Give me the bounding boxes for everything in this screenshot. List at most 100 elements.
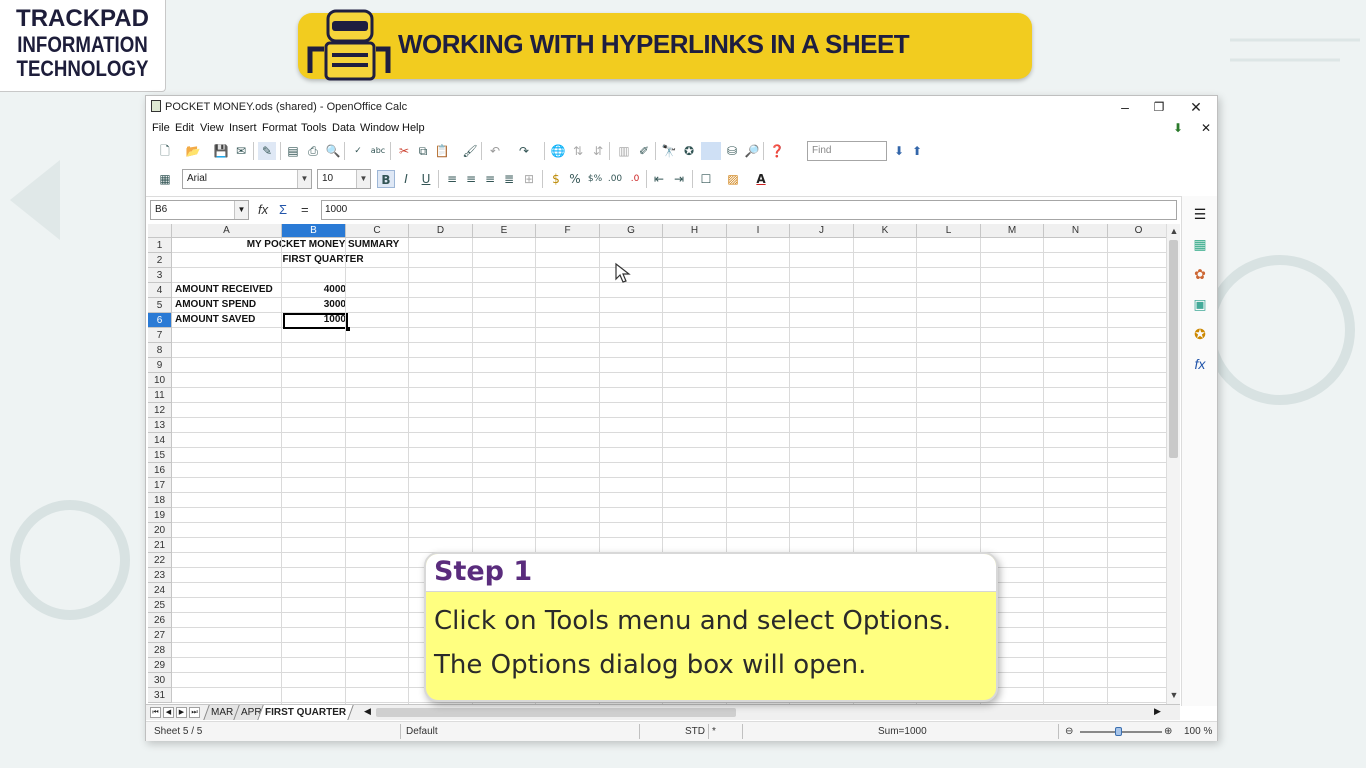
menu-window[interactable]: Window [360,122,399,134]
navigator-sidebar-icon[interactable]: ✪ [1190,324,1210,344]
menu-help[interactable]: Help [402,122,425,134]
edit-file-icon[interactable]: ✎ [258,142,276,160]
last-sheet-icon[interactable]: ⏭ [189,707,200,718]
chevron-down-icon[interactable]: ▼ [234,201,248,219]
row-header-4[interactable]: 4 [148,283,172,298]
next-sheet-icon[interactable]: ▶ [176,707,187,718]
menu-view[interactable]: View [200,122,224,134]
find-input[interactable]: Find [807,141,887,161]
row-header-20[interactable]: 20 [148,523,172,538]
column-header-c[interactable]: C [346,224,409,238]
cell-b5[interactable]: 3000 [284,298,346,312]
previous-sheet-icon[interactable]: ◀ [163,707,174,718]
row-header-31[interactable]: 31 [148,688,172,703]
decrease-indent-icon[interactable]: ⇤ [650,170,668,188]
row-header-7[interactable]: 7 [148,328,172,343]
column-header-e[interactable]: E [473,224,536,238]
copy-icon[interactable]: ⧉ [414,142,432,160]
formula-input[interactable]: 1000 [321,200,1177,220]
row-header-2[interactable]: 2 [148,253,172,268]
column-header-f[interactable]: F [536,224,600,238]
cut-icon[interactable]: ✂ [395,142,413,160]
navigator-icon[interactable]: ✪ [680,142,698,160]
new-document-icon[interactable]: 🗋 [156,142,174,160]
chevron-down-icon[interactable]: ▼ [297,170,311,188]
vertical-scrollbar[interactable]: ▲ ▼ [1166,224,1180,704]
find-previous-icon[interactable]: ⬆ [908,142,926,160]
find-replace-icon[interactable]: 🔭 [660,142,678,160]
column-header-o[interactable]: O [1108,224,1166,238]
autospellcheck-icon[interactable]: abc [369,142,387,160]
chart-icon[interactable]: ▥ [615,142,633,160]
minimize-button[interactable]: – [1110,98,1140,116]
sort-ascending-icon[interactable]: ⇅ [569,142,587,160]
function-icon[interactable]: = [301,202,309,217]
merge-cells-icon[interactable]: ⊞ [520,170,538,188]
function-wizard-icon[interactable]: fx [258,202,268,217]
gallery-icon[interactable] [701,142,721,160]
column-header-h[interactable]: H [663,224,727,238]
menu-format[interactable]: Format [262,122,297,134]
hyperlink-icon[interactable]: 🌐 [549,142,567,160]
row-header-29[interactable]: 29 [148,658,172,673]
update-icon[interactable]: ⬇ [1173,121,1183,135]
styles-icon[interactable]: ▦ [156,170,174,188]
fill-handle[interactable] [346,327,350,331]
sheet-tab-first-quarter[interactable]: FIRST QUARTER [257,705,354,720]
save-icon[interactable]: 💾 [212,142,230,160]
cell-a5[interactable]: AMOUNT SPEND [175,298,256,312]
column-header-m[interactable]: M [981,224,1044,238]
font-color-icon[interactable]: A [752,170,770,188]
chevron-down-icon[interactable]: ▼ [356,170,370,188]
open-folder-icon[interactable]: 📂 [184,142,202,160]
spellcheck-icon[interactable]: ✓ [349,142,367,160]
row-header-8[interactable]: 8 [148,343,172,358]
align-left-icon[interactable]: ≡ [443,170,461,188]
row-header-12[interactable]: 12 [148,403,172,418]
font-size-combo[interactable]: 10 ▼ [317,169,371,189]
row-header-13[interactable]: 13 [148,418,172,433]
scroll-down-icon[interactable]: ▼ [1168,690,1180,700]
properties-icon[interactable]: ▦ [1190,234,1210,254]
row-header-10[interactable]: 10 [148,373,172,388]
standard-format-icon[interactable]: $% [586,170,604,188]
bold-button[interactable]: B [377,170,395,188]
row-header-27[interactable]: 27 [148,628,172,643]
column-header-j[interactable]: J [790,224,854,238]
clone-formatting-icon[interactable]: 🖌 [461,142,479,160]
gallery-sidebar-icon[interactable]: ▣ [1190,294,1210,314]
background-color-icon[interactable]: ▨ [724,170,742,188]
column-header-b[interactable]: B [282,224,346,238]
vertical-scroll-thumb[interactable] [1169,240,1178,458]
cell-title[interactable]: MY POCKET MONEY SUMMARY [172,238,474,252]
row-header-15[interactable]: 15 [148,448,172,463]
row-header-11[interactable]: 11 [148,388,172,403]
row-header-6[interactable]: 6 [148,313,172,328]
font-name-combo[interactable]: Arial ▼ [182,169,312,189]
sidebar-menu-icon[interactable]: ☰ [1190,204,1210,224]
row-header-3[interactable]: 3 [148,268,172,283]
horizontal-scrollbar[interactable]: ◀ ▶ [364,706,1164,719]
row-header-24[interactable]: 24 [148,583,172,598]
column-header-l[interactable]: L [917,224,981,238]
column-header-i[interactable]: I [727,224,790,238]
cell-subtitle[interactable]: FIRST QUARTER [172,253,474,267]
sum-icon[interactable]: Σ [279,202,287,217]
column-header-a[interactable]: A [172,224,282,238]
row-header-28[interactable]: 28 [148,643,172,658]
row-header-23[interactable]: 23 [148,568,172,583]
horizontal-scroll-thumb[interactable] [376,708,736,717]
name-box[interactable]: B6 ▼ [150,200,249,220]
find-next-icon[interactable]: ⬇ [890,142,908,160]
row-header-1[interactable]: 1 [148,238,172,253]
print-preview-icon[interactable]: 🔍 [324,142,342,160]
add-decimal-icon[interactable]: .00 [606,170,624,188]
cell-b4[interactable]: 4000 [284,283,346,297]
print-icon[interactable]: ⎙ [304,142,322,160]
column-header-d[interactable]: D [409,224,473,238]
zoom-out-icon[interactable]: ⊖ [1065,726,1073,737]
italic-button[interactable]: I [397,170,415,188]
align-center-icon[interactable]: ≡ [462,170,480,188]
row-header-5[interactable]: 5 [148,298,172,313]
justify-icon[interactable]: ≣ [500,170,518,188]
